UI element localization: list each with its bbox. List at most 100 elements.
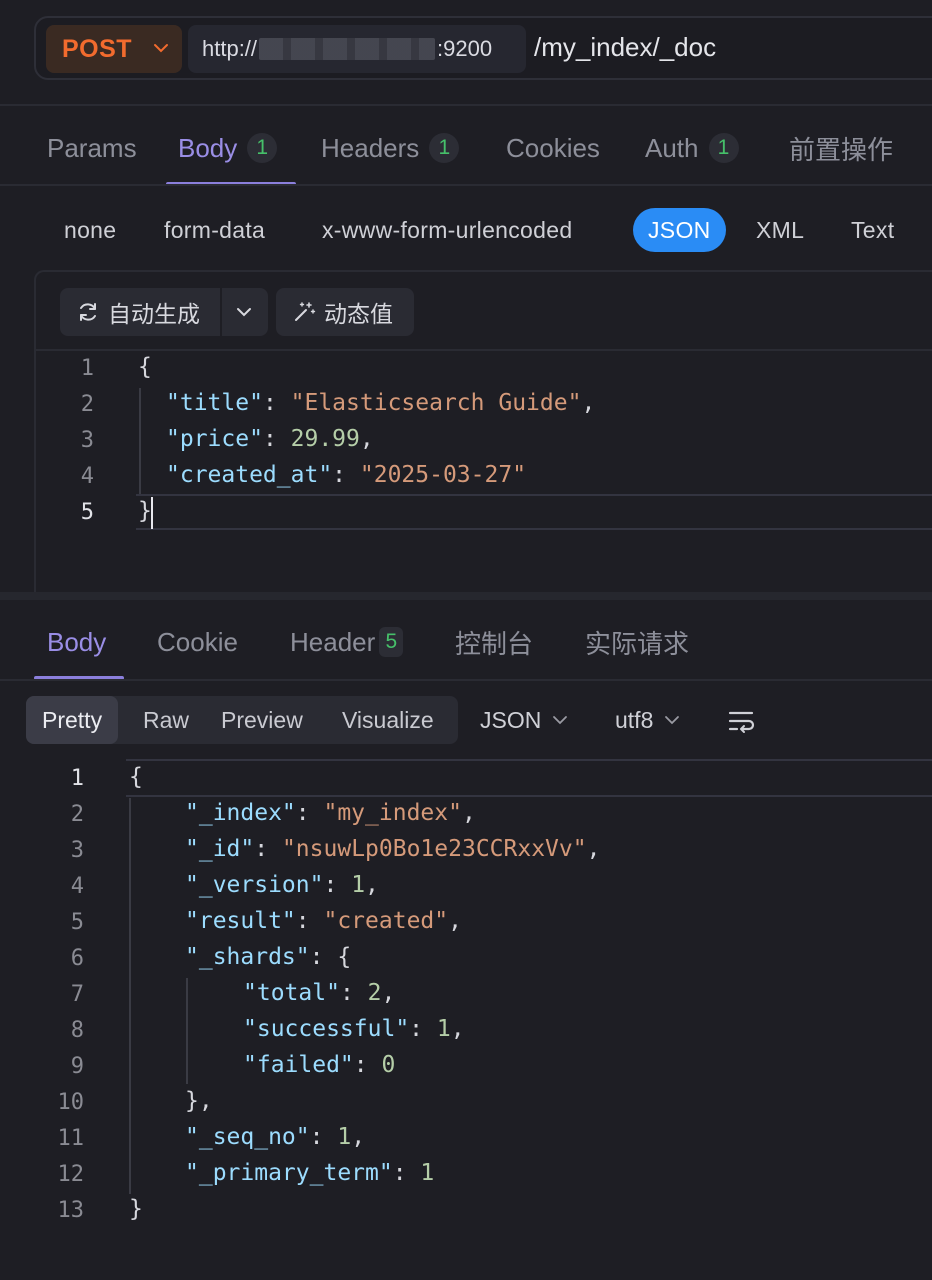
indent-guide [139, 388, 141, 494]
indent-guide [129, 798, 131, 1194]
divider [220, 288, 222, 336]
format-select[interactable]: JSON [480, 704, 569, 736]
word-wrap-icon[interactable] [728, 708, 756, 734]
code-line: "created_at": "2025-03-27" [166, 462, 527, 488]
code-line: "title": "Elasticsearch Guide", [166, 390, 596, 416]
current-line-highlight [126, 759, 932, 797]
auto-generate-label: 自动生成 [108, 301, 200, 327]
count-badge: 1 [708, 133, 739, 163]
count-badge: 1 [247, 133, 278, 163]
body-type-urlencoded[interactable]: x-www-form-urlencoded [322, 214, 572, 246]
tab-label: Headers [321, 132, 420, 163]
chevron-down-icon [154, 44, 168, 53]
body-type-text[interactable]: Text [851, 214, 894, 246]
chevron-down-icon[interactable] [234, 302, 254, 322]
dynamic-value-button[interactable]: 动态值 [276, 288, 414, 336]
url-bar: POST http:// :9200 /my_index/_doc [34, 16, 932, 80]
line-number: 1 [70, 766, 84, 791]
panel-splitter[interactable] [0, 592, 932, 600]
response-tab-header[interactable]: Header 5 [290, 622, 404, 662]
line-number: 10 [57, 1090, 85, 1115]
code-line: "result": "created", [185, 908, 462, 934]
path-input[interactable]: /my_index/_doc [534, 32, 716, 63]
tab-cookies[interactable]: Cookies [506, 128, 600, 168]
host-input[interactable]: http:// :9200 [188, 25, 526, 73]
body-type-form-data[interactable]: form-data [164, 214, 265, 246]
count-badge: 1 [429, 133, 460, 163]
encoding-label: utf8 [615, 706, 654, 733]
divider [36, 349, 932, 351]
line-number: 3 [70, 838, 84, 863]
refresh-icon [80, 303, 96, 321]
line-number: 8 [70, 1018, 84, 1043]
code-line: "_seq_no": 1, [185, 1124, 366, 1150]
tab-label: Cookies [506, 132, 600, 163]
line-number: 3 [80, 428, 94, 453]
code-line: "_version": 1, [185, 872, 379, 898]
view-preview-button[interactable]: Preview [221, 696, 303, 744]
code-line: "_id": "nsuwLp0Bo1e23CCRxxVv", [185, 836, 601, 862]
response-tab-body[interactable]: Body [47, 622, 106, 662]
line-number: 6 [70, 946, 84, 971]
divider [0, 184, 932, 186]
tab-params[interactable]: Params [47, 128, 137, 168]
tab-label: 前置操作 [789, 134, 894, 165]
current-line-highlight [136, 494, 932, 530]
line-number: 11 [57, 1126, 85, 1151]
code-line: "_shards": { [185, 944, 352, 970]
tab-auth[interactable]: Auth 1 [645, 128, 739, 168]
response-view-switcher: Pretty Raw Preview Visualize [26, 696, 458, 744]
line-number: 2 [80, 392, 94, 417]
chevron-down-icon [553, 716, 568, 725]
dynamic-value-label: 动态值 [324, 301, 393, 327]
url-prefix: http:// [202, 36, 258, 61]
body-type-json[interactable]: JSON [633, 208, 726, 252]
line-number: 4 [70, 874, 84, 899]
code-line: }, [185, 1088, 213, 1114]
view-visualize-button[interactable]: Visualize [342, 696, 434, 744]
divider [0, 104, 932, 106]
code-line: } [138, 498, 152, 524]
code-line: "total": 2, [243, 980, 396, 1006]
divider [0, 679, 932, 681]
masked-host [259, 38, 436, 60]
chevron-down-icon [665, 716, 680, 725]
response-tab-cookie[interactable]: Cookie [157, 622, 238, 662]
code-line: { [138, 354, 152, 380]
tab-label: Cookie [157, 626, 238, 657]
tab-label: 控制台 [455, 628, 534, 659]
tab-label: Body [47, 626, 107, 657]
line-number: 5 [80, 500, 94, 525]
line-number: 1 [80, 356, 94, 381]
line-number: 12 [57, 1162, 85, 1187]
tab-pre-operations[interactable]: 前置操作 [789, 128, 893, 168]
method-label: POST [62, 34, 133, 63]
line-number: 13 [57, 1198, 85, 1223]
body-type-xml[interactable]: XML [756, 214, 804, 246]
code-line: "price": 29.99, [166, 426, 374, 452]
tab-label: Auth [645, 132, 699, 163]
indent-guide [186, 978, 188, 1084]
code-line: "_index": "my_index", [185, 800, 476, 826]
code-line: "_primary_term": 1 [185, 1160, 435, 1186]
tab-label: 实际请求 [585, 628, 690, 659]
tab-body[interactable]: Body 1 [178, 128, 278, 168]
auto-generate-button[interactable]: 自动生成 [60, 288, 268, 336]
body-type-none[interactable]: none [64, 214, 116, 246]
line-number: 9 [70, 1054, 84, 1079]
code-line: { [129, 764, 143, 790]
method-select[interactable]: POST [46, 25, 182, 73]
tab-headers[interactable]: Headers 1 [321, 128, 460, 168]
text-cursor [151, 497, 153, 529]
encoding-select[interactable]: utf8 [615, 704, 681, 736]
line-number: 4 [80, 464, 94, 489]
tab-label: Header [290, 626, 376, 657]
line-number: 7 [70, 982, 84, 1007]
view-raw-button[interactable]: Raw [143, 696, 189, 744]
response-tab-actual-request[interactable]: 实际请求 [585, 622, 689, 662]
magic-wand-icon [295, 302, 316, 321]
view-pretty-button[interactable]: Pretty [26, 696, 119, 744]
code-line: "failed": 0 [243, 1052, 396, 1078]
code-line: } [129, 1196, 143, 1222]
response-tab-console[interactable]: 控制台 [455, 622, 533, 662]
